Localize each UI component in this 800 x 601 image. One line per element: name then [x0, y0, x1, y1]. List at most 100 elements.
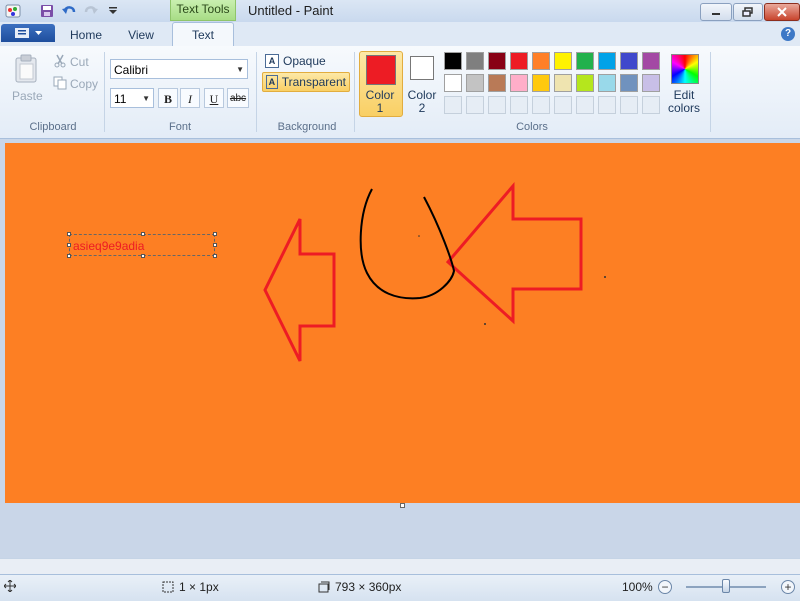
palette-color-swatch[interactable]: [620, 52, 638, 70]
color1-swatch: [366, 55, 396, 85]
palette-color-swatch[interactable]: [466, 74, 484, 92]
paste-icon[interactable]: [14, 54, 40, 84]
text-box-handle[interactable]: [67, 243, 71, 247]
text-box-handle[interactable]: [141, 254, 145, 258]
color2-button[interactable]: [410, 56, 434, 80]
opaque-button[interactable]: A Opaque: [262, 51, 329, 71]
text-box-content: asieq9e9adia: [73, 239, 145, 253]
opaque-text-icon: A: [265, 54, 279, 68]
palette-color-swatch[interactable]: [554, 52, 572, 70]
cut-icon: [53, 54, 67, 71]
custom-color-slot[interactable]: [598, 96, 616, 114]
clipboard-group-label: Clipboard: [29, 121, 77, 133]
text-box-handle[interactable]: [213, 243, 217, 247]
ribbon-separator: [104, 52, 105, 132]
redo-icon[interactable]: [82, 2, 100, 20]
paint-menu-button[interactable]: [1, 24, 55, 42]
color1-label: Color 1: [365, 88, 395, 115]
chevron-down-icon: [34, 30, 42, 35]
undo-icon[interactable]: [60, 2, 78, 20]
color2-label: Color 2: [407, 88, 437, 115]
palette-color-swatch[interactable]: [620, 74, 638, 92]
custom-color-slot[interactable]: [642, 96, 660, 114]
edit-colors-button[interactable]: Edit colors: [666, 89, 702, 115]
color-palette: [444, 52, 660, 114]
selection-size-text: 1 × 1px: [179, 580, 219, 594]
palette-color-swatch[interactable]: [488, 74, 506, 92]
palette-color-swatch[interactable]: [576, 74, 594, 92]
custom-color-slot[interactable]: [488, 96, 506, 114]
canvas-dot: [418, 235, 420, 237]
minimize-button[interactable]: [700, 3, 732, 21]
custom-color-slot[interactable]: [444, 96, 462, 114]
customize-toolbar-icon[interactable]: [104, 2, 122, 20]
colors-group-label: Colors: [516, 121, 548, 133]
strikethrough-button[interactable]: abc: [227, 88, 249, 108]
zoom-slider-thumb[interactable]: [722, 579, 730, 593]
transparent-button[interactable]: A Transparent: [262, 72, 350, 92]
canvas-dot: [484, 323, 486, 325]
right-arrow-shape: [445, 181, 583, 325]
left-arrow-shape: [263, 218, 336, 362]
palette-color-swatch[interactable]: [598, 74, 616, 92]
menu-icon: [14, 28, 29, 38]
palette-color-swatch[interactable]: [576, 52, 594, 70]
transparent-label: Transparent: [281, 75, 346, 89]
close-button[interactable]: [764, 3, 800, 21]
palette-color-swatch[interactable]: [642, 52, 660, 70]
palette-color-swatch[interactable]: [466, 52, 484, 70]
canvas-resize-handle[interactable]: [400, 503, 405, 508]
custom-color-slot[interactable]: [576, 96, 594, 114]
palette-color-swatch[interactable]: [510, 52, 528, 70]
font-group-label: Font: [168, 121, 191, 133]
text-box-handle[interactable]: [67, 254, 71, 258]
custom-color-slot[interactable]: [466, 96, 484, 114]
tab-view[interactable]: View: [122, 26, 160, 46]
quick-access-toolbar: [0, 0, 122, 22]
palette-color-swatch[interactable]: [598, 52, 616, 70]
canvas-size-indicator: 793 × 360px: [318, 580, 401, 594]
zoom-in-button[interactable]: +: [781, 580, 795, 594]
italic-button[interactable]: I: [180, 88, 200, 108]
font-family-select[interactable]: Calibri ▼: [110, 59, 248, 79]
palette-color-swatch[interactable]: [532, 52, 550, 70]
palette-color-swatch[interactable]: [510, 74, 528, 92]
cursor-position-icon: [4, 580, 16, 592]
palette-color-swatch[interactable]: [642, 74, 660, 92]
palette-color-swatch[interactable]: [532, 74, 550, 92]
text-box-handle[interactable]: [213, 254, 217, 258]
palette-color-swatch[interactable]: [488, 52, 506, 70]
ribbon-separator: [256, 52, 257, 132]
text-box-handle[interactable]: [67, 232, 71, 236]
background-group-label: Background: [277, 121, 337, 133]
palette-color-swatch[interactable]: [444, 52, 462, 70]
tab-text[interactable]: Text: [172, 22, 234, 47]
save-icon[interactable]: [38, 2, 56, 20]
help-icon[interactable]: ?: [781, 27, 795, 41]
restore-button[interactable]: [733, 3, 763, 21]
font-size-value: 11: [114, 92, 127, 106]
font-size-select[interactable]: 11 ▼: [110, 88, 154, 108]
bold-button[interactable]: B: [158, 88, 178, 108]
paint-app-icon[interactable]: [4, 2, 22, 20]
horizontal-scrollbar[interactable]: [0, 558, 800, 574]
edit-colors-icon[interactable]: [671, 54, 699, 84]
zoom-out-button[interactable]: −: [658, 580, 672, 594]
text-box-handle[interactable]: [213, 232, 217, 236]
custom-color-slot[interactable]: [510, 96, 528, 114]
underline-button[interactable]: U: [204, 88, 224, 108]
custom-color-slot[interactable]: [554, 96, 572, 114]
palette-color-swatch[interactable]: [554, 74, 572, 92]
palette-color-swatch[interactable]: [444, 74, 462, 92]
zoom-level-text: 100%: [622, 580, 653, 594]
custom-color-slot[interactable]: [620, 96, 638, 114]
ribbon-tab-row: [0, 22, 800, 47]
text-tools-context-label: Text Tools: [170, 0, 236, 21]
custom-color-slot[interactable]: [532, 96, 550, 114]
transparent-text-icon: A: [266, 75, 278, 89]
copy-button[interactable]: Copy: [70, 77, 98, 91]
paste-button[interactable]: Paste: [12, 89, 43, 103]
tab-home[interactable]: Home: [64, 26, 108, 46]
text-box-handle[interactable]: [141, 232, 145, 236]
cut-button[interactable]: Cut: [70, 55, 89, 69]
